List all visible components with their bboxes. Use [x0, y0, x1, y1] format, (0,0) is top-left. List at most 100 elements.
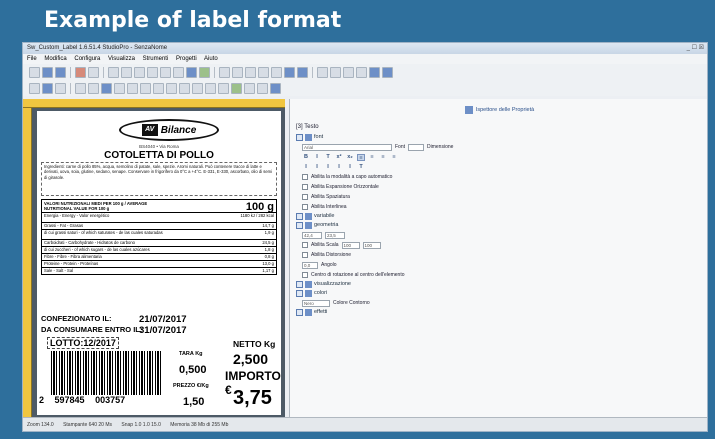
product-name[interactable]: COTOLETTA DI POLLO [37, 150, 281, 161]
copy-icon[interactable] [121, 66, 132, 78]
select-icon[interactable] [29, 82, 40, 94]
freehand-icon[interactable] [205, 82, 216, 94]
tare-value[interactable]: 0,500 [179, 364, 207, 376]
collapse-icon[interactable] [296, 134, 303, 141]
brand-logo[interactable]: AV Bilance [119, 119, 219, 141]
italic-button[interactable]: I [313, 154, 321, 161]
grid-icon[interactable] [186, 66, 197, 78]
image-tool-icon[interactable] [231, 82, 242, 94]
rounded-rect-icon[interactable] [179, 82, 190, 94]
line-tool-icon[interactable] [127, 82, 138, 94]
bring-front-icon[interactable] [369, 66, 380, 78]
label-preview[interactable]: AV Bilance BS4040 • Via Roma COTOLETTA D… [37, 111, 281, 415]
arc-tool-icon[interactable] [166, 82, 177, 94]
angle-field[interactable]: 0,0 [302, 261, 318, 269]
distribute-h-icon[interactable] [317, 66, 328, 78]
menu-strumenti[interactable]: Strumenti [143, 56, 169, 62]
save-icon[interactable] [55, 66, 66, 78]
align-center-icon[interactable] [232, 66, 243, 78]
align-right-button[interactable]: ≡ [379, 154, 387, 161]
menu-file[interactable]: File [27, 56, 37, 62]
zoom-in-icon[interactable] [160, 66, 171, 78]
geom-x-field[interactable]: 42,4 [302, 231, 322, 239]
effects-group[interactable]: effetti [290, 308, 707, 317]
font-name-select[interactable]: Arial [302, 143, 392, 151]
variable-tool-icon[interactable] [257, 82, 268, 94]
menu-visualizza[interactable]: Visualizza [108, 56, 135, 62]
text-button[interactable]: T [324, 154, 332, 161]
distribute-v-icon[interactable] [330, 66, 341, 78]
zoom-out-icon[interactable] [173, 66, 184, 78]
spacing-check-row[interactable]: Abilita Spaziatura [290, 192, 707, 202]
shadow-button[interactable]: I [346, 164, 354, 171]
open-icon[interactable] [42, 66, 53, 78]
ingredients-text[interactable]: Ingredienti: carne di pollo 85%, acqua, … [41, 162, 277, 196]
net-label[interactable]: NETTO Kg [233, 339, 275, 349]
linespacing-checkbox[interactable] [302, 204, 308, 210]
pointer-icon[interactable] [42, 82, 53, 94]
outline-button[interactable]: I [335, 164, 343, 171]
expand-icon[interactable] [296, 309, 303, 316]
lot-number[interactable]: LOTTO:12/2017 [47, 337, 119, 349]
use-by-row[interactable]: DA CONSUMARE ENTRO IL: 31/07/2017 [41, 325, 187, 336]
paste-icon[interactable] [134, 66, 145, 78]
send-back-icon[interactable] [382, 66, 393, 78]
rectangle-tool-icon[interactable] [101, 82, 112, 94]
rotate-icon[interactable] [88, 82, 99, 94]
bold-button[interactable]: B [302, 154, 310, 161]
colors-group[interactable]: colori [290, 289, 707, 298]
distortion-checkbox[interactable] [302, 252, 308, 258]
table-tool-icon[interactable] [270, 82, 281, 94]
circle-tool-icon[interactable] [192, 82, 203, 94]
font-size-field[interactable] [408, 143, 425, 151]
ellipse-tool-icon[interactable] [140, 82, 151, 94]
price-kg-value[interactable]: 1,50 [183, 396, 204, 408]
display-group[interactable]: visualizzazione [290, 280, 707, 289]
expand-checkbox[interactable] [302, 184, 308, 190]
subscript-button[interactable]: x₂ [346, 154, 354, 161]
menu-aiuto[interactable]: Aiuto [204, 56, 218, 62]
amount-value[interactable]: 3,75 [233, 387, 272, 410]
collapse-icon[interactable] [296, 222, 303, 229]
align-center-button[interactable]: ≡ [368, 154, 376, 161]
align-left-button[interactable]: ≡ [357, 153, 365, 161]
polygon-tool-icon[interactable] [153, 82, 164, 94]
expand-icon[interactable] [296, 281, 303, 288]
same-height-icon[interactable] [356, 66, 367, 78]
nutrition-table[interactable]: VALORI NUTRIZIONALI MEDI PER 100 g / AVE… [41, 199, 277, 275]
variable-group[interactable]: variabile [290, 212, 707, 221]
align-top-icon[interactable] [258, 66, 269, 78]
menu-modifica[interactable]: Modifica [44, 56, 66, 62]
net-value[interactable]: 2,500 [233, 351, 268, 367]
new-file-icon[interactable] [29, 66, 40, 78]
linespacing-check-row[interactable]: Abilita Interlinea [290, 202, 707, 212]
design-canvas[interactable]: AV Bilance BS4040 • Via Roma COTOLETTA D… [23, 99, 285, 419]
outline-color-select[interactable]: Nero [302, 299, 330, 307]
font-group[interactable]: font [290, 133, 707, 142]
expand-check-row[interactable]: Abilita Espansione Orizzontale [290, 182, 707, 192]
window-controls[interactable]: _ ☐ ☒ [687, 43, 704, 54]
scale-x-field[interactable]: 100 [341, 241, 360, 249]
tare-label[interactable]: TARA Kg [179, 351, 203, 357]
wrap-check-row[interactable]: Abilita la modalità a capo automatico [290, 172, 707, 182]
geom-y-field[interactable]: 23,5 [325, 231, 345, 239]
undo-icon[interactable] [75, 66, 86, 78]
move-icon[interactable] [75, 82, 86, 94]
cut-icon[interactable] [108, 66, 119, 78]
caps-button[interactable]: T [357, 164, 365, 171]
print-icon[interactable] [147, 66, 158, 78]
distortion-row[interactable]: Abilita Distorsione [290, 250, 707, 260]
scale-checkbox[interactable] [302, 242, 308, 248]
barcode-image[interactable] [51, 351, 163, 395]
strike-button[interactable]: I [324, 164, 332, 171]
packed-date-row[interactable]: CONFEZIONATO IL: 21/07/2017 [41, 314, 187, 325]
spacing-checkbox[interactable] [302, 194, 308, 200]
align-bottom-icon[interactable] [271, 66, 282, 78]
expand-icon[interactable] [296, 213, 303, 220]
align-left-icon[interactable] [219, 66, 230, 78]
barcode-tool-icon[interactable] [244, 82, 255, 94]
menu-configura[interactable]: Configura [74, 56, 100, 62]
snap-icon[interactable] [199, 66, 210, 78]
crop-icon[interactable] [114, 82, 125, 94]
redo-icon[interactable] [88, 66, 99, 78]
